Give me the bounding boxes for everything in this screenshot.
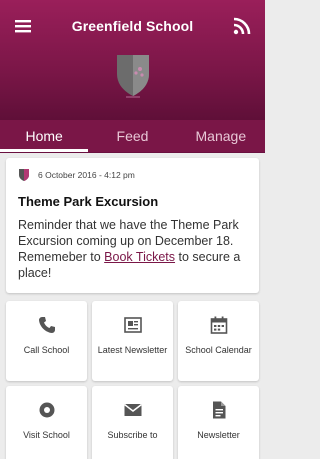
menu-icon[interactable] xyxy=(12,15,34,37)
tile-label: Subscribe to xyxy=(107,430,158,440)
top-bar: Greenfield School xyxy=(0,0,265,52)
location-icon xyxy=(37,400,57,420)
tile-label: Call School xyxy=(23,345,70,355)
tile-label: School Calendar xyxy=(185,345,252,355)
school-crest-icon xyxy=(116,55,149,98)
app-screen: Greenfield School Home Feed Manage 6 Oct… xyxy=(0,0,265,459)
call-school-tile[interactable]: Call School xyxy=(6,301,87,381)
document-icon xyxy=(209,400,229,420)
tab-feed[interactable]: Feed xyxy=(88,120,176,152)
tab-bar: Home Feed Manage xyxy=(0,120,265,153)
phone-icon xyxy=(37,315,57,335)
tile-label: Latest Newsletter xyxy=(97,345,168,355)
post-meta: 6 October 2016 - 4:12 pm xyxy=(18,168,247,182)
tile-label: Newsletter xyxy=(197,430,240,440)
school-calendar-tile[interactable]: School Calendar xyxy=(178,301,259,381)
app-title: Greenfield School xyxy=(71,18,194,34)
book-tickets-link[interactable]: Book Tickets xyxy=(104,250,175,264)
post-card[interactable]: 6 October 2016 - 4:12 pm Theme Park Excu… xyxy=(6,158,259,293)
home-content: 6 October 2016 - 4:12 pm Theme Park Excu… xyxy=(0,153,265,459)
rss-icon[interactable] xyxy=(231,15,253,37)
subscribe-tile[interactable]: Subscribe to xyxy=(92,386,173,459)
app-header: Greenfield School xyxy=(0,0,265,120)
latest-newsletter-tile[interactable]: Latest Newsletter xyxy=(92,301,173,381)
quick-links-grid: Call School Latest Newsletter School Cal… xyxy=(6,301,259,459)
post-date: 6 October 2016 - 4:12 pm xyxy=(38,170,135,180)
post-body: Reminder that we have the Theme Park Exc… xyxy=(18,217,247,281)
post-title: Theme Park Excursion xyxy=(18,194,159,209)
school-logo xyxy=(0,52,265,110)
calendar-icon xyxy=(209,315,229,335)
tab-manage[interactable]: Manage xyxy=(177,120,265,152)
tile-label: Visit School xyxy=(23,430,70,440)
visit-school-tile[interactable]: Visit School xyxy=(6,386,87,459)
school-shield-icon xyxy=(19,169,29,181)
newsletter-tile[interactable]: Newsletter xyxy=(178,386,259,459)
tab-home[interactable]: Home xyxy=(0,120,89,152)
newspaper-icon xyxy=(123,315,143,335)
envelope-icon xyxy=(123,400,143,420)
